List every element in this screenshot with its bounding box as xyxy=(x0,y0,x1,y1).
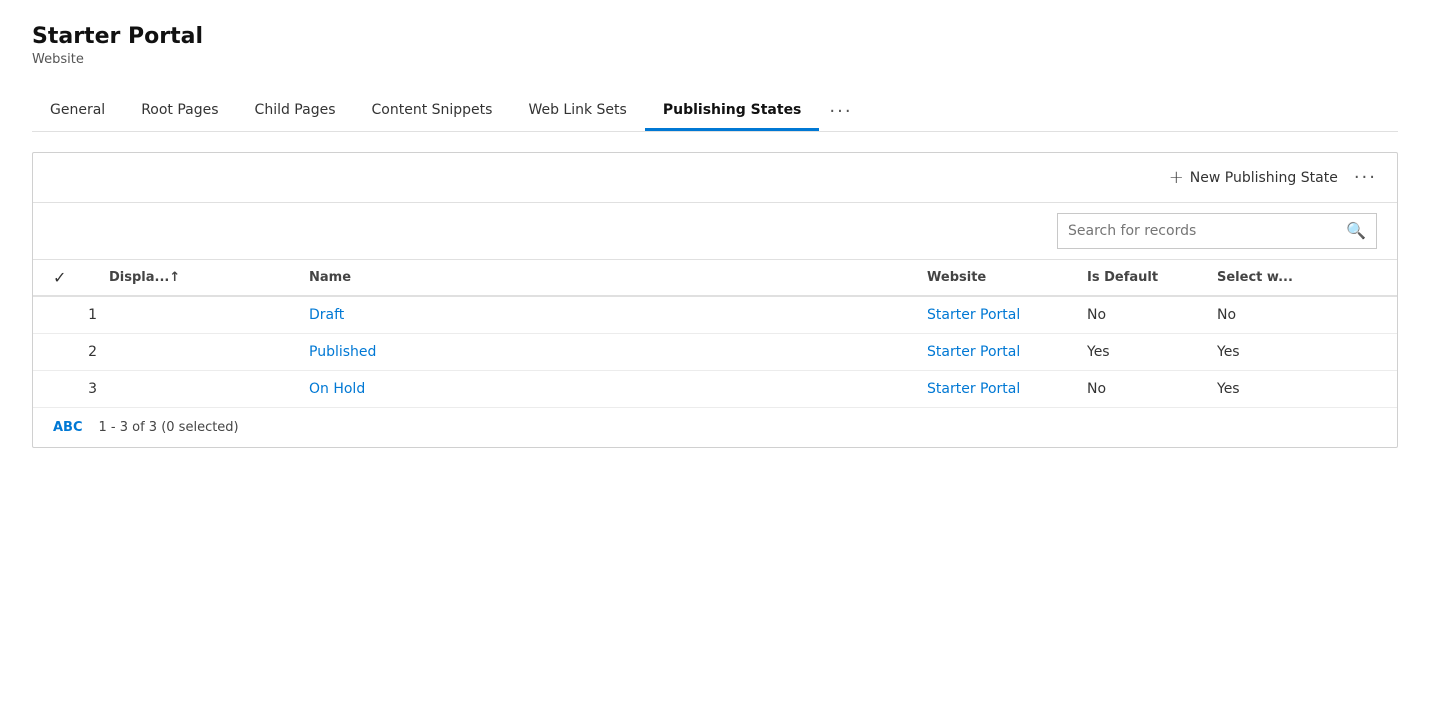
footer-count: 1 - 3 of 3 (0 selected) xyxy=(99,420,239,435)
row-num-1: 2 xyxy=(53,344,109,360)
row-website-link-0[interactable]: Starter Portal xyxy=(927,307,1020,323)
row-name-link-2[interactable]: On Hold xyxy=(309,381,365,397)
content-area: + New Publishing State ··· 🔍 ✓ Displa...… xyxy=(32,152,1398,448)
row-name-link-1[interactable]: Published xyxy=(309,344,376,360)
table-header: ✓ Displa...↑ Name Website Is Default Sel… xyxy=(33,260,1397,297)
tab-root-pages[interactable]: Root Pages xyxy=(123,92,236,131)
row-select-w-1: Yes xyxy=(1217,344,1377,360)
tab-content-snippets[interactable]: Content Snippets xyxy=(354,92,511,131)
table-body: 1 Draft Starter Portal No No 2 Published… xyxy=(33,297,1397,408)
toolbar-more-button[interactable]: ··· xyxy=(1354,167,1377,188)
plus-icon: + xyxy=(1169,167,1184,188)
th-display[interactable]: Displa...↑ xyxy=(109,270,309,285)
footer-abc: ABC xyxy=(53,420,83,435)
row-website-link-2[interactable]: Starter Portal xyxy=(927,381,1020,397)
row-name-link-0[interactable]: Draft xyxy=(309,307,344,323)
row-is-default-1: Yes xyxy=(1087,344,1217,360)
th-name[interactable]: Name xyxy=(309,270,927,285)
search-box: 🔍 xyxy=(1057,213,1377,249)
th-is-default[interactable]: Is Default xyxy=(1087,270,1217,285)
tab-bar: General Root Pages Child Pages Content S… xyxy=(32,91,1398,132)
tab-general[interactable]: General xyxy=(32,92,123,131)
tab-child-pages[interactable]: Child Pages xyxy=(237,92,354,131)
table-row: 3 On Hold Starter Portal No Yes xyxy=(33,371,1397,408)
row-num-0: 1 xyxy=(53,307,109,323)
new-publishing-state-button[interactable]: + New Publishing State xyxy=(1169,167,1338,188)
search-icon: 🔍 xyxy=(1346,223,1366,240)
th-select-w[interactable]: Select w... xyxy=(1217,270,1377,285)
table-row: 2 Published Starter Portal Yes Yes xyxy=(33,334,1397,371)
page-title: Starter Portal xyxy=(32,24,1398,50)
row-select-w-2: Yes xyxy=(1217,381,1377,397)
row-website-0[interactable]: Starter Portal xyxy=(927,307,1087,323)
row-select-w-0: No xyxy=(1217,307,1377,323)
row-is-default-0: No xyxy=(1087,307,1217,323)
tabs-more-button[interactable]: ··· xyxy=(819,91,862,132)
page-subtitle: Website xyxy=(32,52,1398,67)
row-num-2: 3 xyxy=(53,381,109,397)
row-name-2[interactable]: On Hold xyxy=(309,381,927,397)
row-website-1[interactable]: Starter Portal xyxy=(927,344,1087,360)
page-wrapper: Starter Portal Website General Root Page… xyxy=(0,0,1430,472)
toolbar: + New Publishing State ··· xyxy=(33,153,1397,203)
th-check[interactable]: ✓ xyxy=(53,268,109,287)
search-icon-button[interactable]: 🔍 xyxy=(1336,214,1376,248)
tab-web-link-sets[interactable]: Web Link Sets xyxy=(510,92,644,131)
row-name-1[interactable]: Published xyxy=(309,344,927,360)
tab-publishing-states[interactable]: Publishing States xyxy=(645,92,820,131)
th-website[interactable]: Website xyxy=(927,270,1087,285)
row-website-2[interactable]: Starter Portal xyxy=(927,381,1087,397)
row-name-0[interactable]: Draft xyxy=(309,307,927,323)
table-footer: ABC 1 - 3 of 3 (0 selected) xyxy=(33,408,1397,447)
row-is-default-2: No xyxy=(1087,381,1217,397)
search-input[interactable] xyxy=(1058,216,1336,246)
new-button-label: New Publishing State xyxy=(1190,170,1338,186)
table-row: 1 Draft Starter Portal No No xyxy=(33,297,1397,334)
row-website-link-1[interactable]: Starter Portal xyxy=(927,344,1020,360)
search-row: 🔍 xyxy=(33,203,1397,260)
